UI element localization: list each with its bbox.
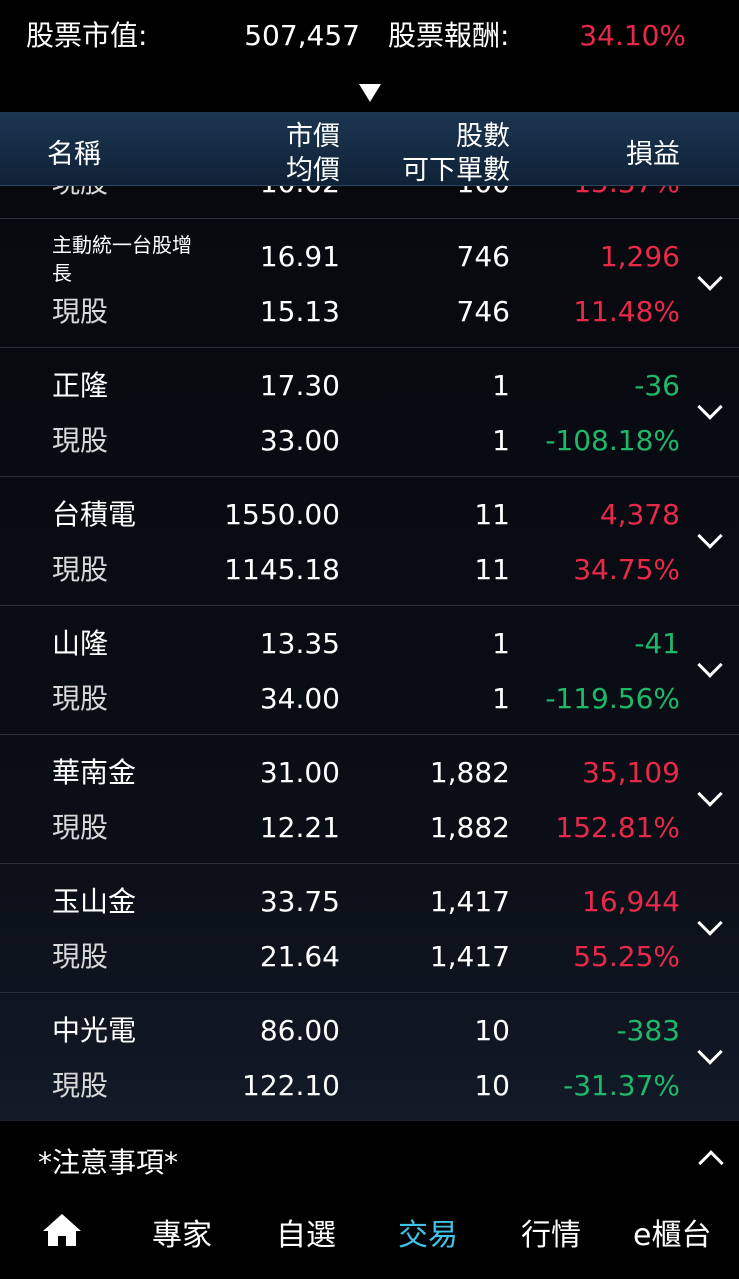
holding-pl-pct: -119.56% <box>545 682 680 715</box>
holding-type: 現股 <box>52 295 109 328</box>
holding-price: 86.00 <box>259 1014 340 1047</box>
holding-pl-pct: 34.75% <box>573 553 680 586</box>
expand-chevron-down-icon[interactable] <box>690 264 730 304</box>
holding-pl: -36 <box>634 369 680 402</box>
holding-avg-price: 122.10 <box>242 1069 340 1102</box>
notice-label: *注意事項* <box>38 1146 179 1179</box>
holdings-list[interactable]: 現股 10.02 100 15.37% 主動統一台股增長 現股 16.91 15… <box>0 186 739 1120</box>
holding-shares: 1 <box>492 369 510 402</box>
holding-pl: 35,109 <box>582 756 680 789</box>
bottom-tab-bar: 專家 自選 交易 行情 e櫃台 <box>0 1196 739 1279</box>
holding-name: 華南金 <box>52 756 137 789</box>
holding-row[interactable]: 玉山金 現股 33.75 21.64 1,417 1,417 16,944 55… <box>0 864 739 993</box>
holding-avg-price: 34.00 <box>259 682 340 715</box>
holding-type: 現股 <box>52 940 109 973</box>
expand-chevron-down-icon[interactable] <box>690 651 730 691</box>
holding-name: 主動統一台股增長 <box>52 233 192 285</box>
holding-pl-pct: 55.25% <box>573 940 680 973</box>
holding-available: 100 <box>360 186 510 200</box>
holding-available: 1 <box>492 682 510 715</box>
tab-e-counter[interactable]: e櫃台 <box>633 1210 711 1254</box>
expand-chevron-down-icon[interactable] <box>690 1038 730 1078</box>
column-header: 名稱 市價 均價 股數 可下單數 損益 <box>0 112 739 186</box>
collapse-triangle-icon[interactable] <box>359 84 381 102</box>
holding-shares: 1,417 <box>429 885 510 918</box>
holding-shares: 11 <box>474 498 510 531</box>
holding-shares: 1 <box>492 627 510 660</box>
holding-pl: -41 <box>634 627 680 660</box>
holding-price: 17.30 <box>259 369 340 402</box>
holding-avg-price: 1145.18 <box>224 553 340 586</box>
holding-type: 現股 <box>52 553 109 586</box>
holding-name: 山隆 <box>52 627 109 660</box>
holding-available: 746 <box>456 295 510 328</box>
holding-row[interactable]: 華南金 現股 31.00 12.21 1,882 1,882 35,109 15… <box>0 735 739 864</box>
holding-price: 33.75 <box>259 885 340 918</box>
holding-shares: 10 <box>474 1014 510 1047</box>
holding-pl-pct: -108.18% <box>545 424 680 457</box>
holding-name: 正隆 <box>52 369 109 402</box>
holding-type: 現股 <box>52 682 109 715</box>
holding-type: 現股 <box>52 186 108 200</box>
tab-watchlist[interactable]: 自選 <box>276 1210 336 1254</box>
holding-pl: -383 <box>616 1014 680 1047</box>
return-label: 股票報酬: <box>388 19 510 52</box>
header-name: 名稱 <box>47 139 101 170</box>
holding-shares: 746 <box>456 240 510 273</box>
holding-avg-price: 21.64 <box>259 940 340 973</box>
market-value-label: 股票市值: <box>26 19 148 52</box>
expand-chevron-down-icon[interactable] <box>690 522 730 562</box>
holding-price: 31.00 <box>259 756 340 789</box>
holding-row[interactable]: 主動統一台股增長 現股 16.91 15.13 746 746 1,296 11… <box>0 219 739 348</box>
holding-row[interactable]: 中光電 現股 86.00 122.10 10 10 -383 -31.37% <box>0 993 739 1120</box>
header-avg-price: 均價 <box>286 155 340 186</box>
holding-pl-pct: 11.48% <box>573 295 680 328</box>
holding-pl: 4,378 <box>599 498 680 531</box>
holding-available: 1,417 <box>429 940 510 973</box>
holding-price: 13.35 <box>259 627 340 660</box>
holding-avg-price: 33.00 <box>259 424 340 457</box>
holding-available: 10 <box>474 1069 510 1102</box>
holding-avg-price: 15.13 <box>259 295 340 328</box>
holding-name: 玉山金 <box>52 885 137 918</box>
notice-bar[interactable]: *注意事項* <box>0 1120 739 1196</box>
tab-trade[interactable]: 交易 <box>398 1210 458 1254</box>
chevron-up-icon[interactable] <box>698 1150 724 1176</box>
holding-type: 現股 <box>52 424 109 457</box>
holding-name: 台積電 <box>52 498 137 531</box>
tab-experts[interactable]: 專家 <box>152 1210 212 1254</box>
holding-pl-pct: 15.37% <box>500 186 680 200</box>
holding-available: 11 <box>474 553 510 586</box>
holding-price: 16.91 <box>259 240 340 273</box>
return-value: 34.10% <box>579 19 686 52</box>
holding-avg-price: 10.02 <box>190 186 340 200</box>
header-pl: 損益 <box>626 139 680 170</box>
portfolio-summary: 股票市值: 507,457 股票報酬: 34.10% <box>0 0 739 112</box>
holding-row[interactable]: 山隆 現股 13.35 34.00 1 1 -41 -119.56% <box>0 606 739 735</box>
holding-row[interactable]: 台積電 現股 1550.00 1145.18 11 11 4,378 34.75… <box>0 477 739 606</box>
expand-chevron-down-icon[interactable] <box>690 393 730 433</box>
holding-shares: 1,882 <box>429 756 510 789</box>
holding-pl-pct: -31.37% <box>563 1069 680 1102</box>
holding-pl: 16,944 <box>582 885 680 918</box>
home-icon[interactable] <box>42 1212 82 1248</box>
holding-row[interactable]: 正隆 現股 17.30 33.00 1 1 -36 -108.18% <box>0 348 739 477</box>
holding-pl-pct: 152.81% <box>555 811 680 844</box>
holding-available: 1,882 <box>429 811 510 844</box>
header-available: 可下單數 <box>402 155 510 186</box>
holding-avg-price: 12.21 <box>259 811 340 844</box>
holding-type: 現股 <box>52 811 109 844</box>
market-value: 507,457 <box>244 19 360 52</box>
holding-price: 1550.00 <box>224 498 340 531</box>
holding-available: 1 <box>492 424 510 457</box>
holding-type: 現股 <box>52 1069 109 1102</box>
holding-name: 中光電 <box>52 1014 137 1047</box>
expand-chevron-down-icon[interactable] <box>690 780 730 820</box>
holding-pl: 1,296 <box>599 240 680 273</box>
holding-row-partial[interactable]: 現股 10.02 100 15.37% <box>0 186 739 219</box>
tab-quotes[interactable]: 行情 <box>521 1210 581 1254</box>
expand-chevron-down-icon[interactable] <box>690 909 730 949</box>
